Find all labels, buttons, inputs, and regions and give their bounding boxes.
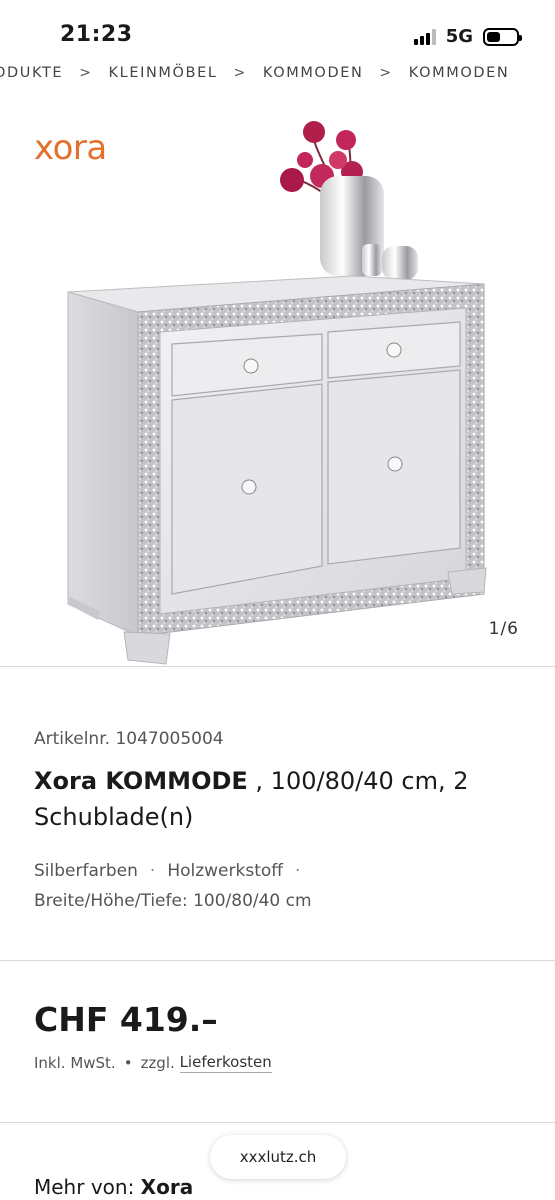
product-title-brand: Xora KOMMODE — [34, 767, 248, 795]
separator-dot: · — [294, 861, 301, 881]
price-note: Inkl. MwSt. • zzgl. Lieferkosten — [34, 1053, 272, 1073]
battery-icon — [483, 27, 522, 46]
chevron-right-icon: > — [233, 65, 247, 81]
breadcrumb: ODUKTE > KLEINMÖBEL > KOMMODEN > KOMMODE… — [0, 62, 509, 84]
chevron-right-icon: > — [79, 65, 93, 81]
status-indicators: 5G — [413, 26, 522, 47]
browser-url-bar[interactable]: xxxlutz.ch — [210, 1135, 346, 1179]
shipping-prefix: zzgl. — [140, 1054, 175, 1072]
breadcrumb-item-kommoden[interactable]: KOMMODEN — [263, 65, 364, 81]
more-from-brand[interactable]: Mehr von: Xora — [34, 1175, 193, 1199]
product-image[interactable] — [0, 100, 555, 666]
attribute-material: Holzwerkstoff — [167, 861, 283, 881]
breadcrumb-item-kleinmoebel[interactable]: KLEINMÖBEL — [109, 65, 218, 81]
status-bar: 21:23 5G — [0, 0, 555, 60]
product-attributes: Silberfarben · Holzwerkstoff · Breite/Höhe/… — [34, 856, 524, 916]
product-price: CHF 419.– — [34, 1000, 218, 1039]
vat-note: Inkl. MwSt. — [34, 1054, 116, 1072]
more-from-brand-name[interactable]: Xora — [141, 1175, 194, 1199]
attribute-color: Silberfarben — [34, 861, 138, 881]
divider — [0, 960, 555, 961]
breadcrumb-item-kommoden-current[interactable]: KOMMODEN — [409, 65, 510, 81]
divider — [0, 1122, 555, 1123]
product-page: 21:23 5G ODUKTE > KLEINMÖBEL > KOMMODEN … — [0, 0, 555, 1200]
network-label: 5G — [445, 26, 473, 47]
image-counter: 1/6 — [488, 619, 519, 639]
separator-dot: · — [149, 861, 156, 881]
breadcrumb-item-products[interactable]: ODUKTE — [0, 65, 63, 81]
status-time: 21:23 — [60, 22, 133, 47]
shipping-cost-link[interactable]: Lieferkosten — [179, 1053, 272, 1073]
attribute-dimensions: Breite/Höhe/Tiefe: 100/80/40 cm — [34, 891, 312, 911]
more-from-label: Mehr von: — [34, 1175, 135, 1199]
signal-icon — [413, 28, 436, 45]
brand-logo[interactable]: xora — [34, 128, 107, 168]
divider — [0, 666, 555, 667]
chevron-right-icon: > — [379, 65, 393, 81]
separator-bullet: • — [123, 1054, 133, 1072]
article-number: Artikelnr. 1047005004 — [34, 729, 224, 749]
product-title: Xora KOMMODE , 100/80/40 cm, 2 Schublade… — [34, 763, 524, 835]
vase-decoration — [320, 176, 418, 280]
